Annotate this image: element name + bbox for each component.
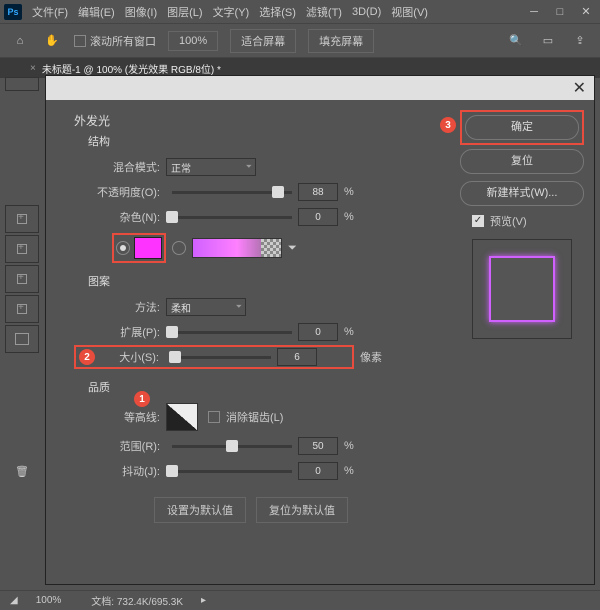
menubar: Ps 文件(F) 编辑(E) 图像(I) 图层(L) 文字(Y) 选择(S) 滤… bbox=[0, 0, 600, 24]
fit-screen-button[interactable]: 适合屏幕 bbox=[230, 29, 296, 53]
callout-1: 1 bbox=[134, 391, 150, 407]
hand-tool-icon[interactable]: ✋ bbox=[42, 31, 62, 51]
statusbar: ◢ 100% 文档: 732.4K/695.3K ▸ bbox=[0, 590, 600, 610]
menu-edit[interactable]: 编辑(E) bbox=[78, 4, 115, 20]
set-default-button[interactable]: 设置为默认值 bbox=[154, 497, 246, 523]
menu-layer[interactable]: 图层(L) bbox=[167, 4, 202, 20]
spread-input[interactable]: 0 bbox=[298, 323, 338, 341]
callout-3: 3 bbox=[440, 117, 456, 133]
size-unit: 像素 bbox=[360, 349, 382, 365]
jitter-label: 抖动(J): bbox=[74, 463, 166, 479]
ps-logo: Ps bbox=[4, 4, 22, 20]
noise-input[interactable]: 0 bbox=[298, 208, 338, 226]
preview-box bbox=[472, 239, 572, 339]
highlight-ok-area: 3 确定 bbox=[460, 110, 584, 145]
menu-3d[interactable]: 3D(D) bbox=[352, 6, 381, 18]
panel-icon-3[interactable] bbox=[5, 265, 39, 293]
minimize-button[interactable]: ─ bbox=[524, 4, 544, 20]
noise-unit: % bbox=[344, 211, 354, 223]
highlight-size-row: 2 大小(S): 6 bbox=[74, 345, 354, 369]
menu-image[interactable]: 图像(I) bbox=[125, 4, 157, 20]
scroll-all-checkbox[interactable] bbox=[74, 35, 86, 47]
home-icon[interactable]: ⌂ bbox=[10, 31, 30, 51]
noise-label: 杂色(N): bbox=[74, 209, 166, 225]
jitter-unit: % bbox=[344, 465, 354, 477]
opacity-input[interactable]: 88 bbox=[298, 183, 338, 201]
menu-view[interactable]: 视图(V) bbox=[391, 4, 428, 20]
panel-collapse-top[interactable] bbox=[5, 77, 39, 91]
preview-rect bbox=[489, 256, 555, 322]
size-input[interactable]: 6 bbox=[277, 348, 317, 366]
search-icon[interactable]: 🔍 bbox=[506, 31, 526, 51]
status-doc-label: 文档: bbox=[91, 597, 114, 608]
preview-label: 预览(V) bbox=[490, 213, 527, 229]
status-doc-size: 732.4K/695.3K bbox=[117, 597, 183, 608]
panel-icon-2[interactable] bbox=[5, 235, 39, 263]
reset-default-button[interactable]: 复位为默认值 bbox=[256, 497, 348, 523]
tab-close-icon[interactable]: × bbox=[30, 63, 36, 74]
color-gradient-radio[interactable] bbox=[172, 241, 186, 255]
technique-dropdown[interactable]: 柔和 bbox=[166, 298, 246, 316]
status-corner-icon[interactable]: ◢ bbox=[10, 595, 18, 606]
zoom-value-button[interactable]: 100% bbox=[168, 31, 218, 51]
jitter-input[interactable]: 0 bbox=[298, 462, 338, 480]
noise-slider[interactable] bbox=[172, 216, 292, 219]
spread-slider[interactable] bbox=[172, 331, 292, 334]
menu-select[interactable]: 选择(S) bbox=[259, 4, 296, 20]
opacity-slider[interactable] bbox=[172, 191, 292, 194]
color-swatch[interactable] bbox=[134, 237, 162, 259]
tab-title[interactable]: 未标题-1 @ 100% (发光效果 RGB/8位) * bbox=[42, 61, 221, 76]
ok-button[interactable]: 确定 bbox=[465, 115, 579, 140]
size-slider[interactable] bbox=[171, 356, 271, 359]
color-solid-radio[interactable] bbox=[116, 241, 130, 255]
maximize-button[interactable]: □ bbox=[550, 4, 570, 20]
spread-unit: % bbox=[344, 326, 354, 338]
status-zoom[interactable]: 100% bbox=[36, 595, 62, 606]
preview-checkbox[interactable]: ✓ bbox=[472, 215, 484, 227]
contour-picker[interactable] bbox=[166, 403, 198, 431]
scroll-all-label: 滚动所有窗口 bbox=[90, 33, 156, 49]
jitter-slider[interactable] bbox=[172, 470, 292, 473]
panel-icon-4[interactable] bbox=[5, 295, 39, 323]
pattern-title: 图案 bbox=[88, 273, 458, 289]
spread-label: 扩展(P): bbox=[74, 324, 166, 340]
share-icon[interactable]: ⇪ bbox=[570, 31, 590, 51]
antialias-label: 消除锯齿(L) bbox=[226, 409, 283, 425]
range-label: 范围(R): bbox=[74, 438, 166, 454]
panel-icon-5[interactable] bbox=[5, 325, 39, 353]
panel-icon-1[interactable] bbox=[5, 205, 39, 233]
panels-left: 🗑 bbox=[5, 75, 45, 487]
blend-mode-label: 混合模式: bbox=[74, 159, 166, 175]
menu-file[interactable]: 文件(F) bbox=[32, 4, 68, 20]
reset-button[interactable]: 复位 bbox=[460, 149, 584, 174]
antialias-checkbox[interactable] bbox=[208, 411, 220, 423]
gradient-swatch[interactable] bbox=[192, 238, 282, 258]
workspace-icon[interactable]: ▭ bbox=[538, 31, 558, 51]
size-label: 大小(S): bbox=[99, 349, 165, 365]
opacity-label: 不透明度(O): bbox=[74, 184, 166, 200]
range-input[interactable]: 50 bbox=[298, 437, 338, 455]
trash-icon[interactable]: 🗑 bbox=[5, 457, 39, 485]
fill-screen-button[interactable]: 填充屏幕 bbox=[308, 29, 374, 53]
opacity-unit: % bbox=[344, 186, 354, 198]
options-bar: ⌂ ✋ 滚动所有窗口 100% 适合屏幕 填充屏幕 🔍 ▭ ⇪ bbox=[0, 24, 600, 58]
contour-label: 等高线: bbox=[74, 409, 166, 425]
layer-style-dialog: ✕ 外发光 结构 混合模式: 正常 不透明度(O): 88 % 杂色(N): 0… bbox=[45, 75, 595, 585]
structure-title: 结构 bbox=[88, 133, 458, 149]
blend-mode-dropdown[interactable]: 正常 bbox=[166, 158, 256, 176]
range-unit: % bbox=[344, 440, 354, 452]
close-button[interactable]: ✕ bbox=[576, 4, 596, 20]
range-slider[interactable] bbox=[172, 445, 292, 448]
technique-label: 方法: bbox=[74, 299, 166, 315]
dialog-close-button[interactable]: ✕ bbox=[573, 78, 586, 98]
dialog-titlebar: ✕ bbox=[46, 76, 594, 100]
highlight-color-area bbox=[112, 233, 166, 263]
outer-glow-title: 外发光 bbox=[74, 112, 458, 129]
new-style-button[interactable]: 新建样式(W)... bbox=[460, 181, 584, 206]
status-caret-icon[interactable]: ▸ bbox=[201, 595, 206, 606]
menu-type[interactable]: 文字(Y) bbox=[213, 4, 250, 20]
gradient-dropdown-icon[interactable]: ⏷ bbox=[288, 242, 297, 255]
menu-filter[interactable]: 滤镜(T) bbox=[306, 4, 342, 20]
callout-2: 2 bbox=[79, 349, 95, 365]
